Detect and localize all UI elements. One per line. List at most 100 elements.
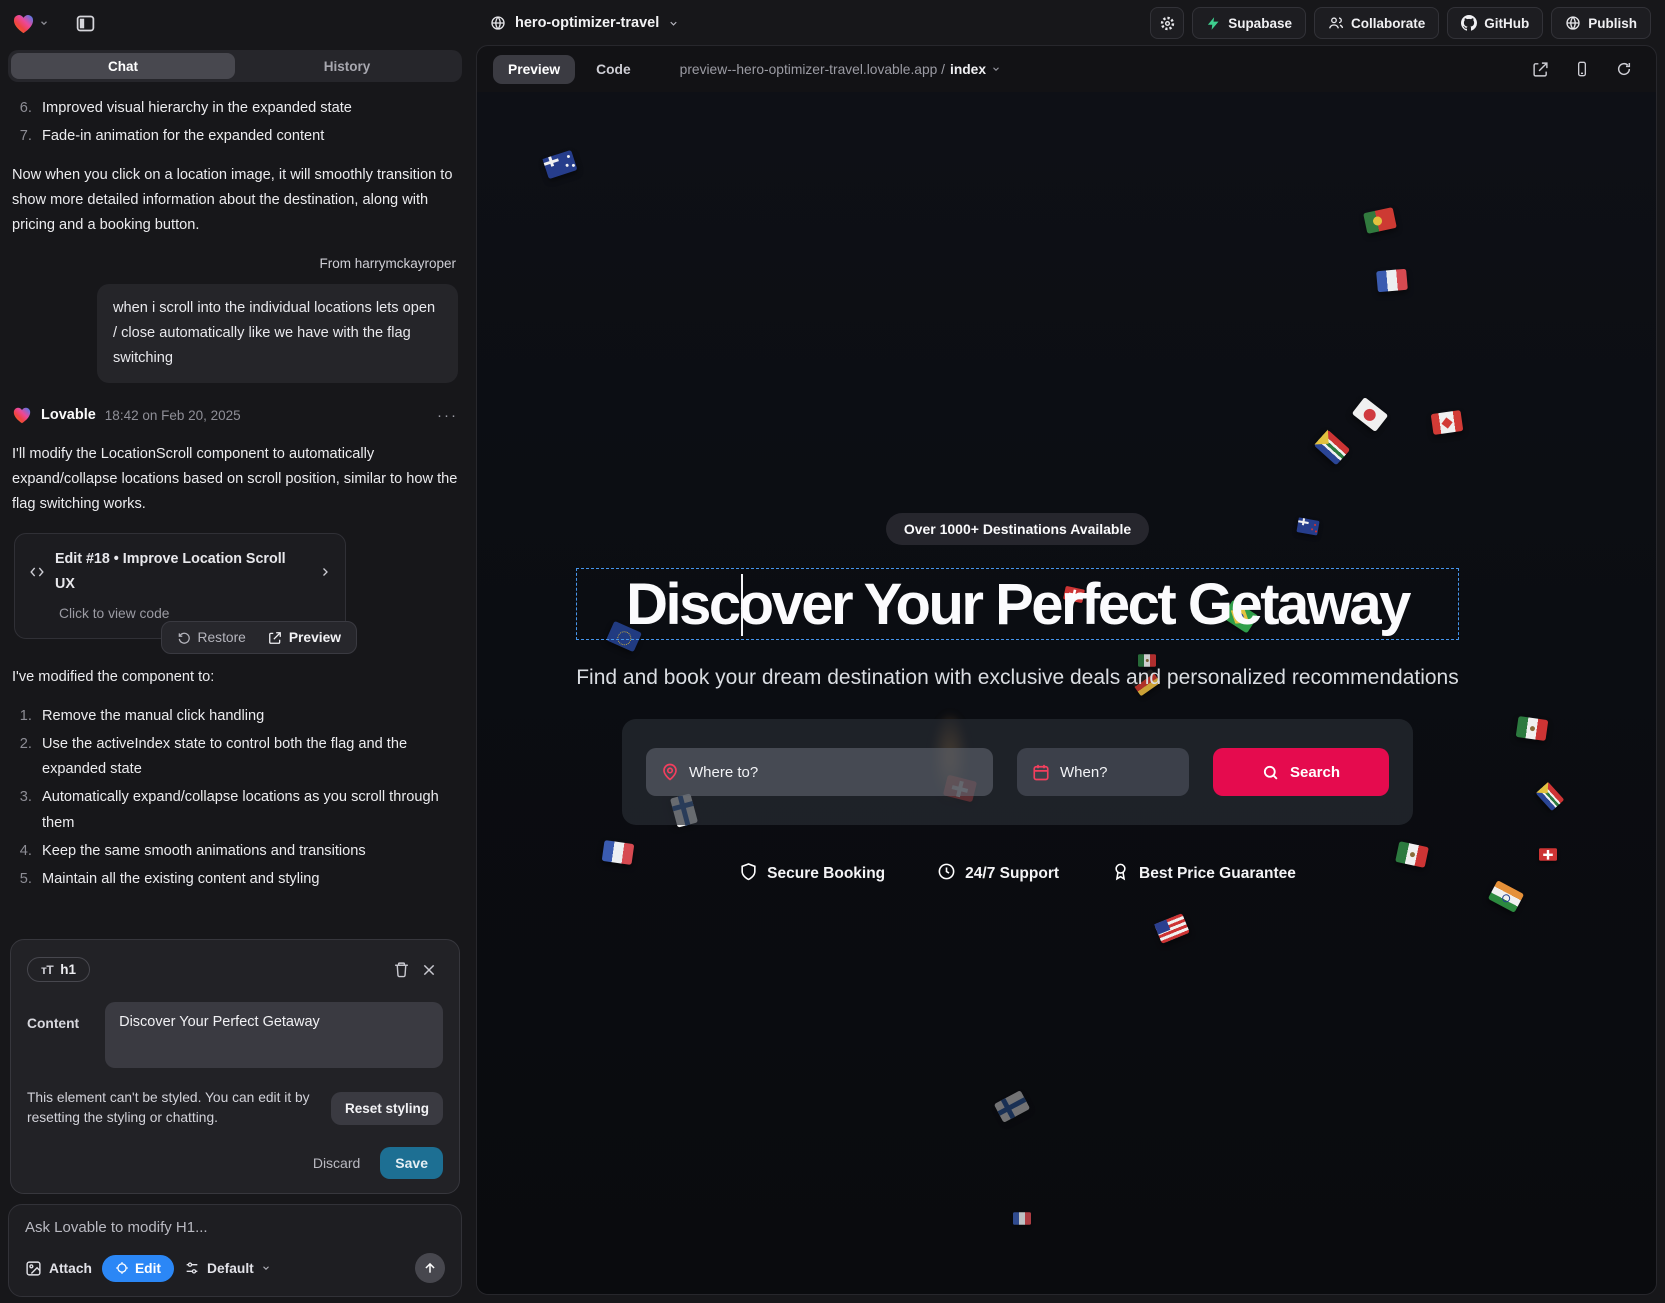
- arrow-up-icon: [423, 1261, 437, 1275]
- lovable-logo-menu[interactable]: [12, 13, 49, 34]
- open-in-new-tab-button[interactable]: [1524, 53, 1556, 85]
- url-page: index: [950, 62, 986, 77]
- tab-code[interactable]: Code: [581, 55, 646, 84]
- restore-button[interactable]: Restore: [166, 625, 257, 650]
- award-icon: [1111, 862, 1130, 886]
- chat-list-item: Remove the manual click handling: [36, 704, 458, 729]
- content-textarea[interactable]: Discover Your Perfect Getaway: [105, 1002, 443, 1068]
- chat-input-controls: Attach Edit Default: [25, 1253, 445, 1283]
- edit-mode-pill[interactable]: Edit: [102, 1255, 174, 1282]
- publish-button[interactable]: Publish: [1551, 7, 1651, 39]
- feature-clock: 24/7 Support: [937, 862, 1059, 886]
- flag-za-icon: [1314, 430, 1350, 466]
- tab-preview[interactable]: Preview: [493, 55, 575, 84]
- url-host: preview--hero-optimizer-travel.lovable.a…: [680, 62, 945, 77]
- supabase-bolt-icon: [1206, 16, 1221, 31]
- edit-card-title: Edit #18 • Improve Location Scroll UX: [55, 547, 309, 596]
- chevron-down-icon: [261, 1263, 271, 1273]
- tab-chat[interactable]: Chat: [11, 53, 235, 79]
- github-icon: [1461, 15, 1477, 31]
- element-editor-panel: ᴛT h1 Content Discover Your Perfect Geta…: [10, 939, 460, 1194]
- content-label: Content: [27, 1002, 79, 1031]
- project-switcher[interactable]: hero-optimizer-travel: [490, 0, 679, 46]
- features-row: Secure Booking24/7 SupportBest Price Gua…: [739, 862, 1296, 886]
- collaborate-button[interactable]: Collaborate: [1314, 7, 1439, 39]
- feature-label: 24/7 Support: [965, 865, 1059, 883]
- globe-icon: [1565, 15, 1581, 31]
- close-panel-button[interactable]: [415, 956, 443, 984]
- type-icon: ᴛT: [41, 963, 53, 977]
- save-button[interactable]: Save: [380, 1147, 443, 1179]
- target-icon: [115, 1261, 129, 1275]
- assistant-paragraph: Now when you click on a location image, …: [12, 163, 458, 238]
- hero-title[interactable]: Discover Your Perfect Getaway: [626, 571, 1409, 638]
- preview-url[interactable]: preview--hero-optimizer-travel.lovable.a…: [680, 62, 1001, 77]
- lovable-heart-icon: [12, 406, 32, 424]
- toggle-sidebar-button[interactable]: [69, 7, 101, 39]
- users-icon: [1328, 15, 1344, 31]
- github-button[interactable]: GitHub: [1447, 7, 1543, 39]
- panel-left-icon: [75, 13, 96, 34]
- search-button[interactable]: Search: [1213, 748, 1389, 796]
- content-field-row: Content Discover Your Perfect Getaway: [27, 1002, 443, 1068]
- search-icon: [1262, 764, 1279, 781]
- gear-icon: [1159, 15, 1176, 32]
- destination-input[interactable]: Where to?: [646, 748, 993, 796]
- assistant-header-row: Lovable 18:42 on Feb 20, 2025 ···: [12, 403, 458, 428]
- chat-list-item: Use the activeIndex state to control bot…: [36, 732, 458, 782]
- mobile-view-button[interactable]: [1566, 53, 1598, 85]
- discard-button[interactable]: Discard: [313, 1155, 360, 1171]
- preview-toolbar: Preview Code preview--hero-optimizer-tra…: [477, 46, 1656, 92]
- chat-input-field[interactable]: [25, 1219, 445, 1236]
- message-author-label: From harrymckayroper: [12, 252, 456, 275]
- text-caret: [741, 574, 743, 636]
- settings-button[interactable]: [1150, 7, 1184, 39]
- element-tag: h1: [60, 962, 76, 977]
- assistant-paragraph: I've modified the component to:: [12, 665, 458, 690]
- project-name: hero-optimizer-travel: [515, 15, 659, 31]
- element-tag-badge[interactable]: ᴛT h1: [27, 957, 90, 982]
- flag-fr-icon: [1376, 269, 1408, 293]
- preview-version-button[interactable]: Preview: [257, 625, 352, 650]
- edit-version-card[interactable]: Edit #18 • Improve Location Scroll UX Cl…: [14, 533, 346, 639]
- top-bar-actions: Supabase Collaborate GitHub Publish: [1150, 7, 1651, 39]
- user-message-bubble: when i scroll into the individual locati…: [97, 284, 458, 383]
- restore-icon: [177, 631, 191, 645]
- chevron-down-icon: [39, 18, 49, 28]
- chat-sidebar: Chat History Improved visual hierarchy i…: [0, 46, 470, 1303]
- refresh-button[interactable]: [1608, 53, 1640, 85]
- delete-element-button[interactable]: [387, 956, 415, 984]
- mode-dropdown[interactable]: Default: [184, 1260, 271, 1276]
- chat-input-box: Attach Edit Default: [8, 1204, 462, 1297]
- external-link-icon: [268, 631, 282, 645]
- feature-shield: Secure Booking: [739, 862, 885, 886]
- supabase-button[interactable]: Supabase: [1192, 7, 1306, 39]
- hero-section: Over 1000+ Destinations Available Discov…: [477, 513, 1558, 886]
- flag-au-icon: [542, 150, 577, 179]
- chat-list-item: Fade-in animation for the expanded conte…: [36, 124, 458, 149]
- collaborate-label: Collaborate: [1351, 16, 1425, 31]
- chat-scroll-area[interactable]: Improved visual hierarchy in the expande…: [8, 82, 462, 933]
- assistant-list-top: Improved visual hierarchy in the expande…: [36, 96, 458, 149]
- message-menu-button[interactable]: ···: [437, 407, 458, 424]
- reset-styling-button[interactable]: Reset styling: [331, 1092, 443, 1125]
- feature-label: Secure Booking: [767, 865, 885, 883]
- date-input[interactable]: When?: [1017, 748, 1189, 796]
- send-button[interactable]: [415, 1253, 445, 1283]
- search-label: Search: [1290, 764, 1340, 781]
- image-icon: [25, 1260, 42, 1277]
- shield-icon: [739, 862, 758, 886]
- chevron-right-icon: [319, 566, 331, 578]
- tab-history[interactable]: History: [235, 53, 459, 79]
- styling-note: This element can't be styled. You can ed…: [27, 1088, 317, 1129]
- flag-ca-icon: [1431, 410, 1464, 435]
- app-window: hero-optimizer-travel Supabase Collabora…: [0, 0, 1665, 1303]
- chevron-down-icon: [991, 64, 1001, 74]
- attach-button[interactable]: Attach: [25, 1260, 92, 1277]
- smartphone-icon: [1574, 61, 1590, 77]
- chat-list-item: Keep the same smooth animations and tran…: [36, 839, 458, 864]
- preview-label: Preview: [289, 630, 341, 645]
- title-selection-box[interactable]: Discover Your Perfect Getaway: [576, 568, 1459, 640]
- preview-panel: Preview Code preview--hero-optimizer-tra…: [476, 45, 1657, 1295]
- editor-actions-row: Discard Save: [27, 1147, 443, 1179]
